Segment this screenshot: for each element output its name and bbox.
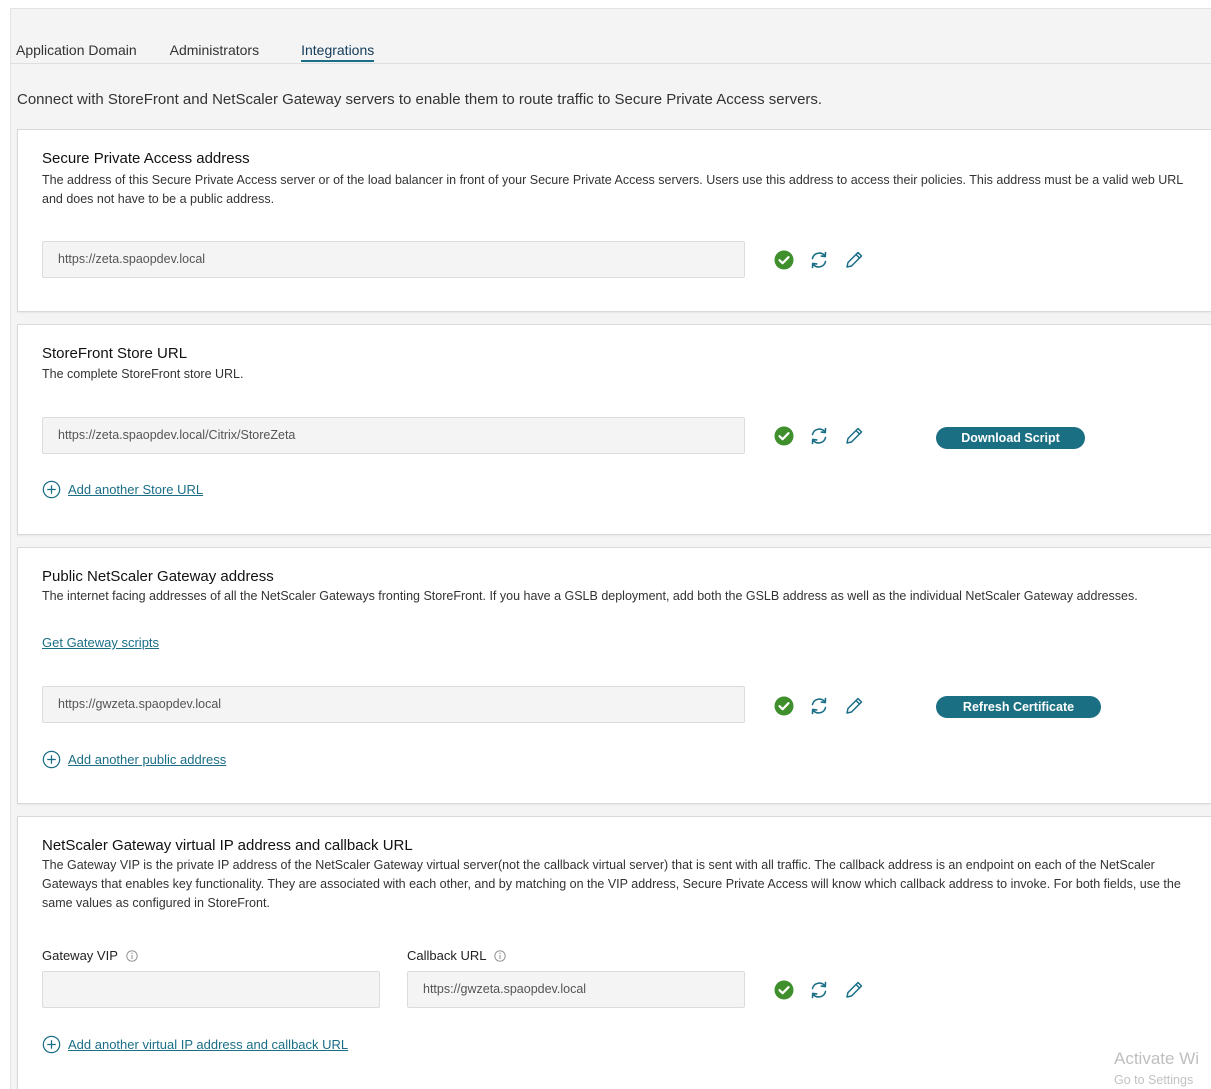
storefront-title: StoreFront Store URL <box>42 345 188 362</box>
check-circle-icon <box>774 250 794 270</box>
plus-circle-icon <box>42 480 61 499</box>
gateway-description: The internet facing addresses of all the… <box>42 589 1138 603</box>
tab-administrators[interactable]: Administrators <box>170 42 259 62</box>
gateway-address-value: https://gwzeta.spaopdev.local <box>58 697 222 711</box>
gateway-actions <box>773 694 865 718</box>
spa-address-value: https://zeta.spaopdev.local <box>58 252 206 266</box>
vip-callback-actions <box>773 978 865 1002</box>
refresh-icon[interactable] <box>808 695 830 717</box>
get-gateway-scripts-link[interactable]: Get Gateway scripts <box>42 635 159 650</box>
storefront-url-value: https://zeta.spaopdev.local/Citrix/Store… <box>58 428 296 442</box>
tab-bar: Application Domain Administrators Integr… <box>16 42 375 62</box>
spa-address-actions <box>773 248 865 272</box>
activate-windows-hint: Go to Settings <box>1114 1073 1194 1087</box>
add-store-url-link[interactable]: Add another Store URL <box>42 480 203 499</box>
edit-pencil-icon[interactable] <box>843 979 865 1001</box>
edit-pencil-icon[interactable] <box>843 695 865 717</box>
add-vip-callback-link[interactable]: Add another virtual IP address and callb… <box>42 1035 348 1054</box>
callback-url-label-text: Callback URL <box>407 948 487 963</box>
storefront-card: StoreFront Store URL The complete StoreF… <box>17 324 1211 535</box>
storefront-url-input[interactable]: https://zeta.spaopdev.local/Citrix/Store… <box>42 417 745 454</box>
storefront-actions <box>773 424 865 448</box>
refresh-certificate-button[interactable]: Refresh Certificate <box>936 696 1101 718</box>
gateway-card: Public NetScaler Gateway address The int… <box>17 547 1211 804</box>
tab-application-domain[interactable]: Application Domain <box>16 42 137 62</box>
info-icon[interactable] <box>126 949 138 962</box>
check-circle-icon <box>774 426 794 446</box>
spa-address-title: Secure Private Access address <box>42 150 250 167</box>
storefront-description: The complete StoreFront store URL. <box>42 367 244 381</box>
add-public-address-label: Add another public address <box>68 752 227 767</box>
spa-address-card: Secure Private Access address The addres… <box>17 129 1211 312</box>
callback-url-input[interactable]: https://gwzeta.spaopdev.local <box>407 971 745 1008</box>
add-public-address-link[interactable]: Add another public address <box>42 750 226 769</box>
spa-address-input[interactable]: https://zeta.spaopdev.local <box>42 241 745 278</box>
plus-circle-icon <box>42 1035 61 1054</box>
tab-integrations[interactable]: Integrations <box>301 42 375 62</box>
edit-pencil-icon[interactable] <box>843 249 865 271</box>
tab-divider <box>11 63 1211 64</box>
edit-pencil-icon[interactable] <box>843 425 865 447</box>
vip-callback-card: NetScaler Gateway virtual IP address and… <box>17 816 1211 1089</box>
callback-url-label: Callback URL <box>407 948 507 963</box>
vip-callback-description: The Gateway VIP is the private IP addres… <box>42 858 1181 910</box>
check-circle-icon <box>774 696 794 716</box>
vip-callback-title: NetScaler Gateway virtual IP address and… <box>42 837 413 854</box>
refresh-icon[interactable] <box>808 979 830 1001</box>
spa-address-description: The address of this Secure Private Acces… <box>42 173 1183 206</box>
check-circle-icon <box>774 980 794 1000</box>
gateway-vip-label: Gateway VIP <box>42 948 138 963</box>
plus-circle-icon <box>42 750 61 769</box>
gateway-title: Public NetScaler Gateway address <box>42 568 274 585</box>
refresh-icon[interactable] <box>808 425 830 447</box>
refresh-icon[interactable] <box>808 249 830 271</box>
intro-text: Connect with StoreFront and NetScaler Ga… <box>17 91 823 108</box>
info-icon[interactable] <box>494 949 507 962</box>
gateway-vip-label-text: Gateway VIP <box>42 948 118 963</box>
gateway-address-input[interactable]: https://gwzeta.spaopdev.local <box>42 686 745 723</box>
add-store-url-label: Add another Store URL <box>68 482 204 497</box>
download-script-button[interactable]: Download Script <box>936 427 1085 449</box>
activate-windows-watermark: Activate Wi <box>1114 1049 1200 1068</box>
callback-url-value: https://gwzeta.spaopdev.local <box>423 982 587 996</box>
gateway-vip-input[interactable] <box>42 971 380 1008</box>
add-vip-callback-label: Add another virtual IP address and callb… <box>68 1037 349 1052</box>
